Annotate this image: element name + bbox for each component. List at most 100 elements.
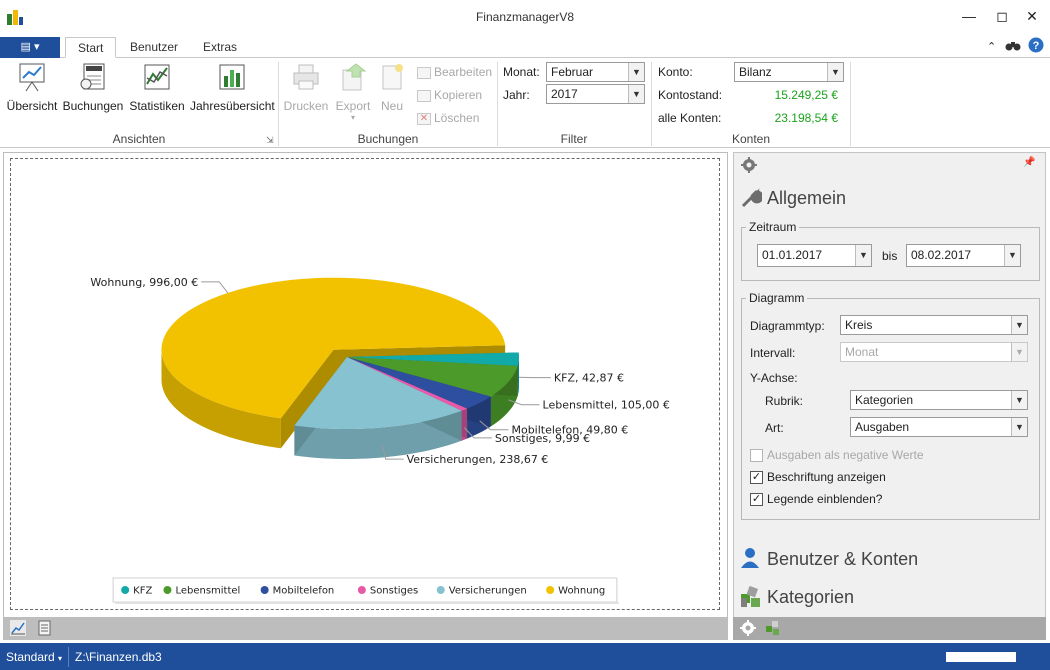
rubrik-select[interactable]: Kategorien ▼: [850, 390, 1028, 410]
intervall-value: Monat: [845, 345, 879, 359]
art-select[interactable]: Ausgaben ▼: [850, 417, 1028, 437]
neu-label: Neu: [380, 99, 403, 113]
chevron-down-icon[interactable]: ▼: [628, 85, 644, 103]
app-menu-button[interactable]: ▤ ▾: [0, 37, 60, 58]
konto-value: Bilanz: [739, 65, 772, 79]
mode-dropdown[interactable]: Standard ▾: [6, 650, 62, 664]
statistiken-button[interactable]: Statistiken: [128, 62, 186, 116]
buchungen-button[interactable]: Buchungen: [62, 62, 124, 116]
chevron-down-icon[interactable]: ▼: [1004, 245, 1020, 266]
jahresuebersicht-label: Jahresübersicht: [190, 99, 275, 113]
benutzer-konten-section[interactable]: Benutzer & Konten: [767, 549, 918, 570]
data-label-wohnung: Wohnung, 996,00 €: [90, 276, 198, 289]
progress-bar: [946, 652, 1016, 662]
rubrik-value: Kategorien: [855, 393, 914, 407]
gear-icon[interactable]: [740, 620, 756, 636]
maximize-button[interactable]: ◻: [988, 6, 1016, 26]
export-label: Export: [335, 99, 371, 113]
export-dropdown-icon[interactable]: ▾: [333, 113, 373, 122]
diagrammtyp-select[interactable]: Kreis ▼: [840, 315, 1028, 335]
jahresuebersicht-button[interactable]: Jahresübersicht: [190, 62, 275, 116]
dialog-launcher-icon[interactable]: ⇲: [266, 135, 274, 146]
legend-item-wohnung[interactable]: Wohnung: [558, 586, 605, 597]
kopieren-label: Kopieren: [434, 88, 483, 102]
minimize-button[interactable]: —: [955, 6, 983, 26]
close-button[interactable]: ✕: [1018, 6, 1046, 26]
pin-icon[interactable]: 📌: [1023, 157, 1035, 168]
intervall-select[interactable]: Monat ▼: [840, 342, 1028, 362]
chevron-down-icon[interactable]: ▼: [1011, 343, 1027, 361]
chevron-down-icon[interactable]: ▼: [628, 63, 644, 81]
date-from-value: 01.01.2017: [762, 248, 823, 262]
group-label-konten: Konten: [731, 132, 771, 146]
tab-start[interactable]: Start: [65, 37, 117, 58]
jahr-label: Jahr:: [503, 88, 530, 102]
chevron-down-icon[interactable]: ▼: [855, 245, 871, 266]
data-label-versicherungen: Versicherungen, 238,67 €: [407, 453, 549, 466]
document-view-icon[interactable]: [38, 620, 52, 636]
export-button[interactable]: Export ▾: [333, 62, 373, 122]
kategorien-section[interactable]: Kategorien: [767, 587, 854, 608]
legend-item-versicherungen[interactable]: Versicherungen: [449, 586, 527, 597]
data-label-kfz: KFZ, 42,87 €: [554, 372, 624, 385]
beschriftung-label: Beschriftung anzeigen: [767, 470, 886, 484]
legend-item-mobiltelefon[interactable]: Mobiltelefon: [273, 586, 335, 597]
buchungen-label: Buchungen: [62, 99, 124, 113]
intervall-label: Intervall:: [750, 346, 796, 360]
date-to-input[interactable]: 08.02.2017 ▼: [906, 244, 1021, 267]
tab-extras[interactable]: Extras: [191, 37, 249, 58]
categories-icon[interactable]: [765, 620, 781, 636]
bis-label: bis: [882, 249, 898, 263]
uebersicht-button[interactable]: Übersicht: [4, 62, 60, 116]
leader-line-wohnung: [201, 281, 229, 294]
beschriftung-checkbox[interactable]: ✓: [750, 471, 763, 484]
legend-item-sonstiges[interactable]: Sonstiges: [370, 586, 418, 597]
group-label-buchungen: Buchungen: [357, 132, 419, 146]
gear-icon[interactable]: [741, 157, 757, 173]
ribbon-separator: [850, 62, 851, 146]
invoice-icon: [80, 63, 105, 90]
svg-text:?: ?: [1033, 40, 1040, 52]
diagrammtyp-label: Diagrammtyp:: [750, 319, 825, 333]
monat-select[interactable]: Februar ▼: [546, 62, 645, 82]
delete-icon: ✕: [417, 112, 431, 125]
loeschen-button[interactable]: ✕ Löschen: [417, 111, 479, 125]
statistics-icon: [144, 64, 170, 90]
chevron-down-icon[interactable]: ▼: [1011, 418, 1027, 436]
legend-marker-wohnung: [546, 586, 555, 594]
legend-marker-mobiltelefon: [260, 586, 269, 594]
chevron-down-icon[interactable]: ▼: [1011, 391, 1027, 409]
konto-label: Konto:: [658, 65, 693, 79]
legend-marker-kfz: [121, 586, 130, 594]
drucken-button[interactable]: Drucken: [283, 62, 329, 116]
jahr-select[interactable]: 2017 ▼: [546, 84, 645, 104]
chart-view-icon[interactable]: [10, 620, 26, 636]
diagramm-title: Diagramm: [746, 291, 808, 305]
pie-chart[interactable]: KFZ, 42,87 € Lebensmittel, 105,00 € Mobilt…: [11, 159, 719, 609]
help-icon[interactable]: ?: [1028, 37, 1044, 53]
neu-button[interactable]: Neu: [376, 62, 408, 116]
kopieren-button[interactable]: Kopieren: [417, 88, 482, 102]
collapse-ribbon-icon[interactable]: ⌃: [987, 40, 996, 53]
diagrammtyp-value: Kreis: [845, 318, 873, 332]
chevron-down-icon[interactable]: ▼: [1011, 316, 1027, 334]
year-overview-icon: [219, 64, 245, 90]
allgemein-heading: Allgemein: [767, 188, 847, 208]
legend-item-kfz[interactable]: KFZ: [133, 586, 152, 597]
chart-view-bar: [3, 617, 728, 640]
legende-checkbox[interactable]: ✓: [750, 493, 763, 506]
binoculars-icon[interactable]: [1005, 38, 1021, 52]
art-label: Art:: [765, 421, 784, 435]
legend-item-lebensmittel[interactable]: Lebensmittel: [175, 586, 240, 597]
chevron-down-icon[interactable]: ▼: [827, 63, 843, 81]
art-value: Ausgaben: [855, 420, 910, 434]
chevron-down-icon: ▾: [58, 654, 63, 663]
konto-select[interactable]: Bilanz ▼: [734, 62, 844, 82]
tab-benutzer[interactable]: Benutzer: [118, 37, 190, 58]
date-from-input[interactable]: 01.01.2017 ▼: [757, 244, 872, 267]
group-label-ansichten: Ansichten: [112, 132, 166, 146]
bearbeiten-button[interactable]: Bearbeiten: [417, 65, 492, 79]
legend-marker-sonstiges: [357, 586, 366, 594]
negative-values-checkbox[interactable]: [750, 449, 763, 462]
ribbon-separator: [278, 62, 279, 146]
